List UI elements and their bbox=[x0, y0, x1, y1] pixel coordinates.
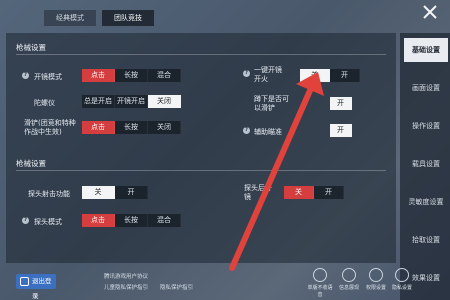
nav-vehicle[interactable]: 载具设置 bbox=[404, 152, 448, 176]
question-icon[interactable]: ? bbox=[22, 217, 29, 224]
peek-mode-option-click[interactable]: 点击 bbox=[82, 214, 115, 227]
peek-mode-selector: 点击 长按 混合 bbox=[82, 214, 181, 227]
question-icon[interactable]: ? bbox=[243, 70, 250, 77]
logout-icon bbox=[20, 277, 29, 286]
nav-graphics[interactable]: 画面设置 bbox=[404, 76, 448, 100]
aim-assist-toggle: 开 bbox=[330, 124, 352, 137]
peek-fire-toggle: 关 开 bbox=[82, 186, 148, 199]
privacy-link[interactable]: 隐私保护指引 bbox=[160, 283, 193, 291]
scope-fire-off[interactable]: 关 bbox=[300, 69, 330, 82]
gyroscope-option-scope[interactable]: 开镜开启 bbox=[115, 95, 148, 108]
scope-fire-toggle: 关 开 bbox=[300, 69, 360, 82]
peek-mode-label: 探头模式 bbox=[34, 218, 62, 226]
nav-sensitivity[interactable]: 灵敏度设置 bbox=[404, 190, 448, 214]
peek-scope-off[interactable]: 关 bbox=[284, 186, 314, 199]
settings-panel bbox=[6, 33, 396, 263]
nav-controls[interactable]: 操作设置 bbox=[404, 114, 448, 138]
peek-mode-option-hold[interactable]: 长按 bbox=[115, 214, 148, 227]
scope-fire-label: 一键开镜开火 bbox=[254, 66, 282, 83]
slide-option-click[interactable]: 点击 bbox=[82, 121, 115, 134]
privacy-settings-button[interactable]: 隐私设置 bbox=[388, 268, 416, 291]
slide-option-hold[interactable]: 长按 bbox=[115, 121, 148, 134]
section-title-gun: 枪械设置 bbox=[16, 159, 46, 168]
tab-team[interactable]: 团队竞技 bbox=[102, 10, 154, 26]
privacy-icon bbox=[395, 268, 409, 282]
fire-mode-label: 开镜模式 bbox=[34, 73, 62, 81]
permission-button[interactable]: 权限设置 bbox=[362, 268, 390, 291]
question-icon[interactable]: ? bbox=[22, 72, 29, 79]
peek-scope-toggle: 关 开 bbox=[284, 186, 344, 199]
peek-scope-label: 探头后开镜 bbox=[244, 184, 272, 201]
logout-button[interactable]: 退出登录 bbox=[16, 274, 56, 300]
peek-fire-on[interactable]: 开 bbox=[115, 186, 148, 199]
voice-button[interactable]: 单版不收语音 bbox=[306, 268, 334, 298]
slide-label: 滑铲(团竞和特种作战中生效) bbox=[24, 119, 76, 136]
peek-fire-off[interactable]: 关 bbox=[82, 186, 115, 199]
slide-selector: 点击 长按 关闭 bbox=[82, 121, 181, 134]
nav-basic[interactable]: 基础设置 bbox=[404, 38, 448, 62]
crouch-slide-toggle: 开 bbox=[330, 97, 352, 110]
close-icon[interactable] bbox=[422, 4, 438, 20]
mode-tabs: 经典模式 团队竞技 bbox=[44, 10, 154, 26]
aim-assist-on[interactable]: 开 bbox=[330, 124, 352, 137]
user-agreement-link[interactable]: 腾讯游戏用户协议 bbox=[104, 272, 148, 280]
privacy-settings-label: 隐私设置 bbox=[391, 285, 412, 291]
side-nav: 基础设置 画面设置 操作设置 载具设置 灵敏度设置 拾取设置 效果设置 bbox=[400, 33, 450, 300]
fire-mode-option-mixed[interactable]: 混合 bbox=[148, 69, 181, 82]
peek-mode-option-mixed[interactable]: 混合 bbox=[148, 214, 181, 227]
permission-label: 权限设置 bbox=[365, 285, 386, 291]
fire-mode-option-click[interactable]: 点击 bbox=[82, 69, 115, 82]
gyroscope-label: 陀螺仪 bbox=[34, 99, 55, 107]
peek-scope-on[interactable]: 开 bbox=[314, 186, 344, 199]
divider bbox=[16, 170, 386, 171]
aim-assist-label: 辅助瞄准 bbox=[254, 128, 282, 136]
peek-fire-label: 探头射击功能 bbox=[28, 190, 70, 198]
voice-icon bbox=[313, 268, 327, 282]
slide-option-off[interactable]: 关闭 bbox=[148, 121, 181, 134]
crouch-slide-label: 蹲下是否可以滑铲 bbox=[254, 95, 289, 112]
gyroscope-option-always[interactable]: 总是开启 bbox=[82, 95, 115, 108]
question-icon[interactable]: ? bbox=[243, 127, 250, 134]
gyroscope-selector: 总是开启 开镜开启 关闭 bbox=[82, 95, 181, 108]
divider bbox=[16, 54, 386, 55]
nav-pickup[interactable]: 拾取设置 bbox=[404, 228, 448, 252]
crouch-slide-on[interactable]: 开 bbox=[330, 97, 352, 110]
gyroscope-option-off[interactable]: 关闭 bbox=[148, 95, 181, 108]
info-icon bbox=[342, 268, 356, 282]
section-title-weapon: 枪械设置 bbox=[16, 43, 46, 52]
permission-icon bbox=[369, 268, 383, 282]
scope-fire-on[interactable]: 开 bbox=[330, 69, 360, 82]
fire-mode-option-hold[interactable]: 长按 bbox=[115, 69, 148, 82]
tab-classic[interactable]: 经典模式 bbox=[44, 10, 96, 26]
fire-mode-selector: 点击 长按 混合 bbox=[82, 69, 181, 82]
voice-label: 单版不收语音 bbox=[307, 285, 333, 298]
info-label: 信息展现 bbox=[338, 285, 359, 291]
child-privacy-link[interactable]: 儿童隐私保护指引 bbox=[104, 283, 148, 291]
info-button[interactable]: 信息展现 bbox=[335, 268, 363, 291]
